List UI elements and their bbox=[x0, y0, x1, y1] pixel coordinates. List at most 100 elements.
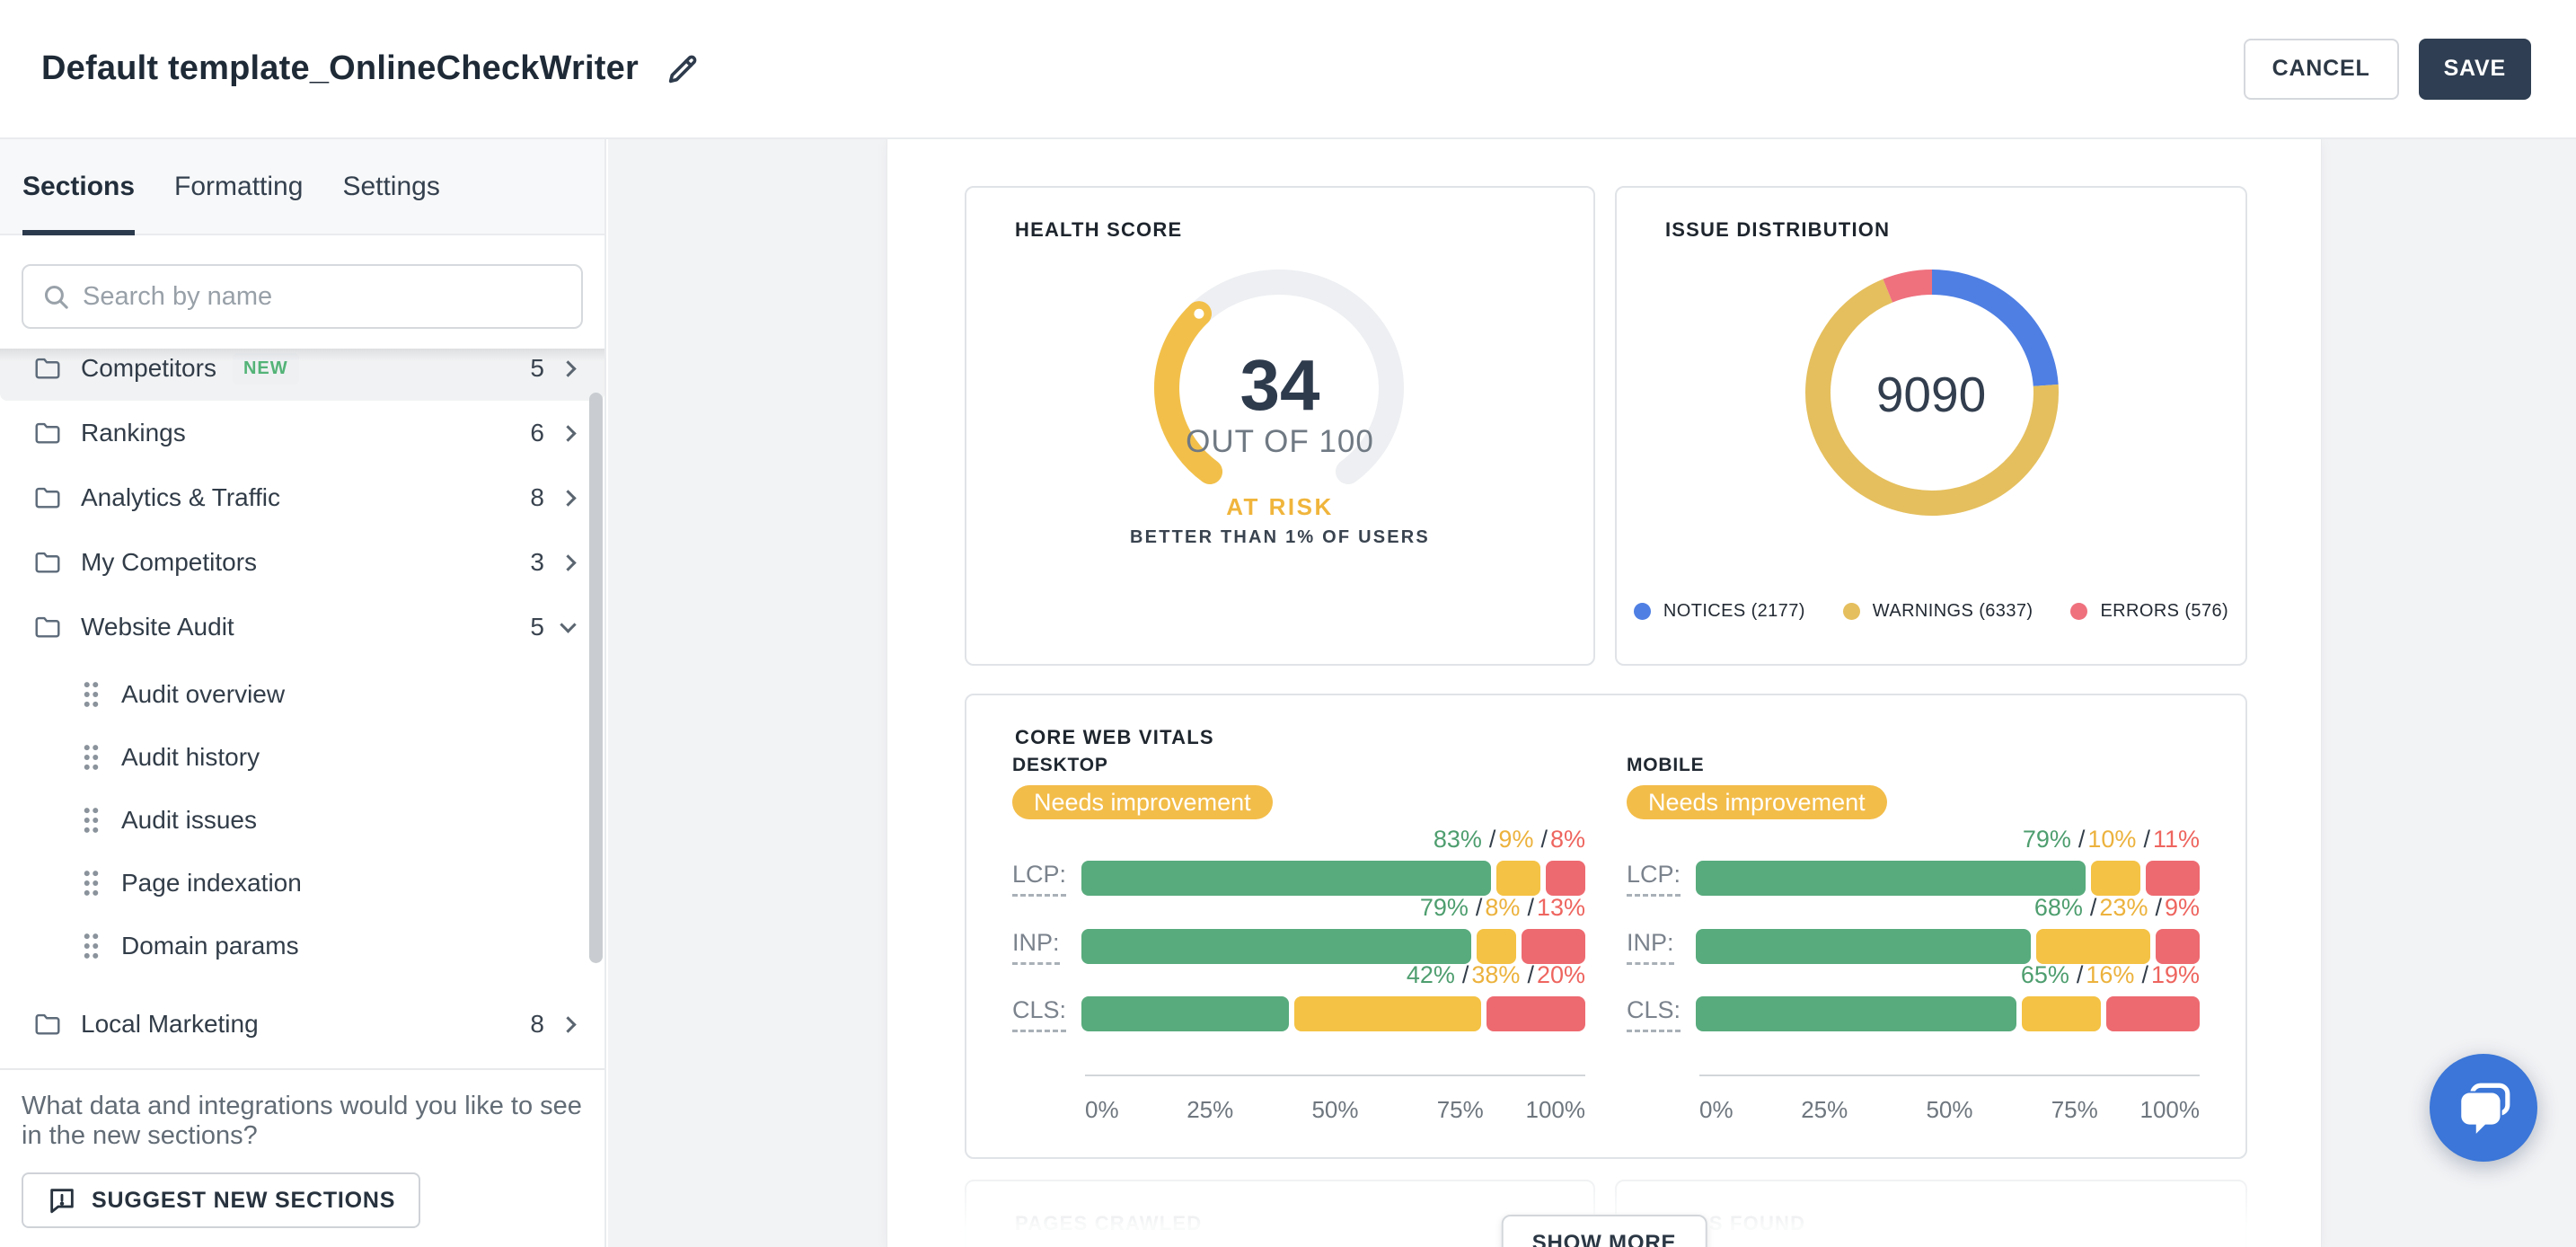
folder-icon bbox=[34, 357, 61, 381]
platform-label-mobile: MOBILE bbox=[1627, 755, 1704, 776]
legend-label: ERRORS (576) bbox=[2100, 601, 2228, 622]
template-title-wrap: Default template_OnlineCheckWriter bbox=[41, 49, 701, 88]
legend-item-notices: NOTICES (2177) bbox=[1634, 601, 1805, 622]
cwv-x-axis: 0%25%50%75%100% bbox=[1699, 1075, 2200, 1076]
bar-segment-needs-improvement bbox=[2036, 929, 2149, 964]
cwv-percents: 42%/38%/20% bbox=[1009, 961, 1585, 988]
folder-icon bbox=[34, 421, 61, 446]
folder-icon bbox=[34, 1013, 61, 1037]
report-preview-area: HEALTH SCORE 34 OUT OF 100 AT RISK BETTE… bbox=[608, 139, 2576, 1247]
cwv-stacked-bar bbox=[1081, 929, 1585, 964]
platform-label-desktop: DESKTOP bbox=[1012, 755, 1108, 776]
topbar-actions: CANCEL SAVE bbox=[2244, 39, 2531, 100]
health-score-value: 34 bbox=[966, 349, 1593, 421]
chevron-right-icon[interactable] bbox=[560, 425, 576, 441]
cwv-stacked-bar bbox=[1696, 996, 2200, 1031]
show-more-button[interactable]: SHOW MORE bbox=[1502, 1215, 1707, 1247]
section-count: 8 bbox=[530, 483, 544, 512]
bar-segment-poor bbox=[2106, 996, 2200, 1031]
tab-formatting[interactable]: Formatting bbox=[174, 139, 303, 234]
bar-segment-good bbox=[1696, 929, 2031, 964]
subitem-label: Audit overview bbox=[121, 680, 285, 709]
status-badge-needs-improvement: Needs improvement bbox=[1627, 785, 1887, 819]
health-score-note: BETTER THAN 1% OF USERS bbox=[966, 527, 1593, 548]
search-input[interactable] bbox=[22, 264, 583, 329]
cancel-button[interactable]: CANCEL bbox=[2244, 39, 2399, 100]
cwv-percents: 68%/23%/9% bbox=[1623, 894, 2200, 921]
health-score-status: AT RISK bbox=[966, 493, 1593, 521]
chevron-right-icon[interactable] bbox=[560, 360, 576, 376]
sidebar-scrollbar-thumb[interactable] bbox=[589, 393, 603, 963]
issue-distribution-title: ISSUE DISTRIBUTION bbox=[1665, 218, 1890, 242]
drag-handle-icon[interactable] bbox=[83, 807, 100, 834]
cwv-row-lcp: 83%/9%/8% bbox=[1009, 826, 1585, 896]
sidebar-subitem-audit-issues[interactable]: Audit issues bbox=[0, 789, 604, 852]
metric-label-cls: CLS: bbox=[1012, 996, 1066, 1032]
sidebar-section-rankings[interactable]: Rankings 6 bbox=[0, 401, 604, 465]
search-section bbox=[0, 235, 604, 329]
cwv-row-cls: 42%/38%/20% bbox=[1009, 961, 1585, 1031]
axis-tick: 100% bbox=[1526, 1096, 1586, 1124]
top-bar: Default template_OnlineCheckWriter CANCE… bbox=[0, 0, 2576, 139]
drag-handle-icon[interactable] bbox=[83, 681, 100, 708]
chevron-right-icon[interactable] bbox=[560, 1016, 576, 1032]
legend-dot-icon bbox=[1634, 603, 1651, 620]
drag-handle-icon[interactable] bbox=[83, 933, 100, 960]
cwv-stacked-bar bbox=[1696, 929, 2200, 964]
chat-launcher-button[interactable] bbox=[2430, 1054, 2537, 1162]
drag-handle-icon[interactable] bbox=[83, 744, 100, 771]
issue-total-value: 9090 bbox=[1617, 366, 2245, 423]
metric-label-inp: INP: bbox=[1012, 929, 1060, 965]
pages-crawled-title: PAGES CRAWLED bbox=[1015, 1212, 1202, 1235]
bar-segment-poor bbox=[1546, 861, 1585, 896]
sidebar-section-competitors[interactable]: CompetitorsNEW5 bbox=[0, 349, 604, 401]
sidebar-subitem-audit-history[interactable]: Audit history bbox=[0, 726, 604, 789]
axis-tick: 25% bbox=[1801, 1096, 1848, 1124]
status-badge-needs-improvement: Needs improvement bbox=[1012, 785, 1273, 819]
section-count: 6 bbox=[530, 419, 544, 447]
metric-label-cls: CLS: bbox=[1627, 996, 1681, 1032]
sidebar-subitem-page-indexation[interactable]: Page indexation bbox=[0, 852, 604, 915]
section-count: 5 bbox=[530, 613, 544, 641]
section-label: Local Marketing bbox=[81, 1010, 259, 1039]
sidebar-section-local-marketing[interactable]: Local Marketing8 bbox=[0, 992, 604, 1057]
legend-dot-icon bbox=[2070, 603, 2087, 620]
axis-tick: 75% bbox=[2051, 1096, 2098, 1124]
bar-segment-poor bbox=[1522, 929, 1585, 964]
axis-tick: 100% bbox=[2140, 1096, 2201, 1124]
sidebar-section-analytics-traffic[interactable]: Analytics & Traffic 8 bbox=[0, 465, 604, 530]
chevron-right-icon[interactable] bbox=[560, 554, 576, 570]
bar-segment-poor bbox=[2146, 861, 2200, 896]
search-box bbox=[22, 264, 583, 329]
sidebar-footer: What data and integrations would you lik… bbox=[0, 1068, 604, 1247]
sidebar-section-my-competitors[interactable]: My Competitors3 bbox=[0, 530, 604, 595]
sidebar-section-website-audit[interactable]: Website Audit 5 bbox=[0, 595, 604, 659]
tab-settings[interactable]: Settings bbox=[342, 139, 439, 234]
section-label: Analytics & Traffic bbox=[81, 483, 280, 512]
cwv-row-inp: 79%/8%/13% bbox=[1009, 894, 1585, 964]
save-button[interactable]: SAVE bbox=[2419, 39, 2531, 100]
sidebar-subitem-domain-params[interactable]: Domain params bbox=[0, 915, 604, 977]
tab-sections[interactable]: Sections bbox=[22, 139, 135, 234]
folder-icon bbox=[34, 615, 61, 640]
subitem-label: Page indexation bbox=[121, 869, 302, 898]
issue-distribution-card: ISSUE DISTRIBUTION 9090 NOTICES (2177)WA… bbox=[1615, 186, 2247, 666]
subitem-label: Audit history bbox=[121, 743, 260, 772]
section-label: Website Audit bbox=[81, 613, 234, 641]
sidebar-tabs: Sections Formatting Settings bbox=[0, 139, 604, 235]
sections-list: CompetitorsNEW5 Rankings 6 Analytics & Traf… bbox=[0, 349, 604, 1068]
sidebar-subitem-audit-overview[interactable]: Audit overview bbox=[0, 663, 604, 726]
chevron-right-icon[interactable] bbox=[560, 490, 576, 506]
subitem-label: Domain params bbox=[121, 932, 299, 960]
issue-legend: NOTICES (2177)WARNINGS (6337)ERRORS (576… bbox=[1617, 601, 2245, 622]
chevron-down-icon[interactable] bbox=[560, 616, 576, 632]
suggest-new-sections-button[interactable]: SUGGEST NEW SECTIONS bbox=[22, 1172, 420, 1228]
drag-handle-icon[interactable] bbox=[83, 870, 100, 897]
bar-segment-needs-improvement bbox=[2091, 861, 2140, 896]
suggest-button-label: SUGGEST NEW SECTIONS bbox=[92, 1188, 395, 1214]
metric-label-lcp: LCP: bbox=[1627, 861, 1681, 897]
bar-segment-good bbox=[1696, 996, 2016, 1031]
section-label: Rankings bbox=[81, 419, 186, 447]
sublist-website-audit: Audit overview Audit history Audit issues P… bbox=[0, 663, 604, 977]
edit-pencil-icon[interactable] bbox=[664, 50, 701, 88]
